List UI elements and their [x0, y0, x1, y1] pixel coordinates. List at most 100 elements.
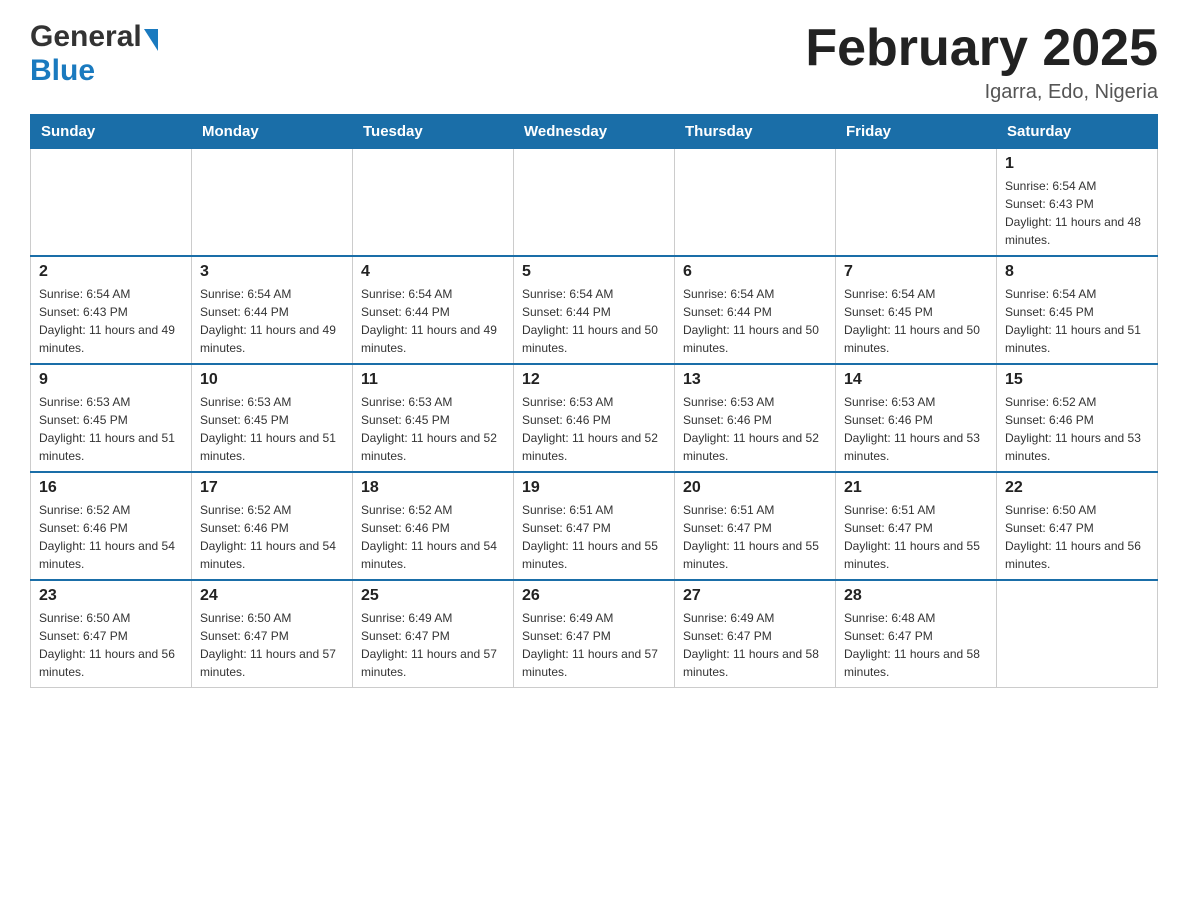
day-info: Sunrise: 6:53 AMSunset: 6:46 PMDaylight:…: [522, 393, 666, 465]
calendar-day-cell: [675, 149, 836, 257]
day-number: 27: [683, 587, 827, 605]
day-info: Sunrise: 6:51 AMSunset: 6:47 PMDaylight:…: [844, 501, 988, 573]
calendar-day-cell: 27 Sunrise: 6:49 AMSunset: 6:47 PMDayligh…: [675, 580, 836, 688]
logo: General Blue: [30, 20, 158, 88]
day-number: 18: [361, 479, 505, 497]
calendar-header-row: Sunday Monday Tuesday Wednesday Thursday…: [31, 115, 1158, 149]
calendar-day-cell: 6Sunrise: 6:54 AMSunset: 6:44 PMDaylight…: [675, 256, 836, 364]
calendar-day-cell: 7Sunrise: 6:54 AMSunset: 6:45 PMDaylight…: [836, 256, 997, 364]
day-number: 2: [39, 263, 183, 281]
day-info: Sunrise: 6:53 AMSunset: 6:45 PMDaylight:…: [39, 393, 183, 465]
day-info: Sunrise: 6:52 AMSunset: 6:46 PMDaylight:…: [39, 501, 183, 573]
calendar-day-cell: 21 Sunrise: 6:51 AMSunset: 6:47 PMDayligh…: [836, 472, 997, 580]
calendar-week-row: 9 Sunrise: 6:53 AMSunset: 6:45 PMDaylight…: [31, 364, 1158, 472]
day-number: 25: [361, 587, 505, 605]
day-info: Sunrise: 6:54 AMSunset: 6:44 PMDaylight:…: [361, 285, 505, 357]
day-number: 20: [683, 479, 827, 497]
day-number: 4: [361, 263, 505, 281]
day-info: Sunrise: 6:53 AMSunset: 6:45 PMDaylight:…: [361, 393, 505, 465]
day-number: 22: [1005, 479, 1149, 497]
calendar-day-cell: 15 Sunrise: 6:52 AMSunset: 6:46 PMDayligh…: [997, 364, 1158, 472]
day-info: Sunrise: 6:52 AMSunset: 6:46 PMDaylight:…: [361, 501, 505, 573]
day-info: Sunrise: 6:54 AMSunset: 6:45 PMDaylight:…: [1005, 285, 1149, 357]
day-info: Sunrise: 6:54 AMSunset: 6:45 PMDaylight:…: [844, 285, 988, 357]
logo-general-text: General: [30, 20, 142, 54]
day-number: 1: [1005, 155, 1149, 173]
day-info: Sunrise: 6:53 AMSunset: 6:46 PMDaylight:…: [844, 393, 988, 465]
calendar-day-cell: 25 Sunrise: 6:49 AMSunset: 6:47 PMDayligh…: [353, 580, 514, 688]
col-saturday: Saturday: [997, 115, 1158, 149]
calendar-day-cell: 12 Sunrise: 6:53 AMSunset: 6:46 PMDayligh…: [514, 364, 675, 472]
calendar-day-cell: 17 Sunrise: 6:52 AMSunset: 6:46 PMDayligh…: [192, 472, 353, 580]
day-info: Sunrise: 6:50 AMSunset: 6:47 PMDaylight:…: [200, 609, 344, 681]
day-number: 17: [200, 479, 344, 497]
day-number: 11: [361, 371, 505, 389]
calendar-week-row: 16 Sunrise: 6:52 AMSunset: 6:46 PMDayligh…: [31, 472, 1158, 580]
calendar-day-cell: 2 Sunrise: 6:54 AMSunset: 6:43 PMDaylight…: [31, 256, 192, 364]
day-number: 19: [522, 479, 666, 497]
day-number: 10: [200, 371, 344, 389]
calendar-day-cell: [514, 149, 675, 257]
day-info: Sunrise: 6:54 AMSunset: 6:43 PMDaylight:…: [1005, 177, 1149, 249]
calendar-day-cell: [353, 149, 514, 257]
calendar-day-cell: [192, 149, 353, 257]
calendar-day-cell: 23 Sunrise: 6:50 AMSunset: 6:47 PMDayligh…: [31, 580, 192, 688]
day-number: 24: [200, 587, 344, 605]
calendar-day-cell: [997, 580, 1158, 688]
day-number: 21: [844, 479, 988, 497]
calendar-day-cell: 26Sunrise: 6:49 AMSunset: 6:47 PMDayligh…: [514, 580, 675, 688]
calendar-day-cell: 10 Sunrise: 6:53 AMSunset: 6:45 PMDayligh…: [192, 364, 353, 472]
day-number: 9: [39, 371, 183, 389]
day-info: Sunrise: 6:53 AMSunset: 6:45 PMDaylight:…: [200, 393, 344, 465]
day-number: 28: [844, 587, 988, 605]
calendar-day-cell: 18 Sunrise: 6:52 AMSunset: 6:46 PMDayligh…: [353, 472, 514, 580]
day-number: 8: [1005, 263, 1149, 281]
calendar-day-cell: [836, 149, 997, 257]
logo-blue-text: Blue: [30, 54, 95, 88]
calendar-day-cell: 5Sunrise: 6:54 AMSunset: 6:44 PMDaylight…: [514, 256, 675, 364]
calendar-day-cell: 16 Sunrise: 6:52 AMSunset: 6:46 PMDayligh…: [31, 472, 192, 580]
calendar-day-cell: 19 Sunrise: 6:51 AMSunset: 6:47 PMDayligh…: [514, 472, 675, 580]
logo-arrow-icon: [144, 29, 158, 51]
day-info: Sunrise: 6:54 AMSunset: 6:44 PMDaylight:…: [200, 285, 344, 357]
calendar-day-cell: 3Sunrise: 6:54 AMSunset: 6:44 PMDaylight…: [192, 256, 353, 364]
location-label: Igarra, Edo, Nigeria: [805, 81, 1158, 104]
calendar-week-row: 1 Sunrise: 6:54 AMSunset: 6:43 PMDaylight…: [31, 149, 1158, 257]
calendar-day-cell: 1 Sunrise: 6:54 AMSunset: 6:43 PMDaylight…: [997, 149, 1158, 257]
calendar-week-row: 23 Sunrise: 6:50 AMSunset: 6:47 PMDayligh…: [31, 580, 1158, 688]
day-number: 12: [522, 371, 666, 389]
col-wednesday: Wednesday: [514, 115, 675, 149]
day-number: 13: [683, 371, 827, 389]
day-info: Sunrise: 6:50 AMSunset: 6:47 PMDaylight:…: [1005, 501, 1149, 573]
day-info: Sunrise: 6:52 AMSunset: 6:46 PMDaylight:…: [1005, 393, 1149, 465]
day-info: Sunrise: 6:49 AMSunset: 6:47 PMDaylight:…: [361, 609, 505, 681]
day-info: Sunrise: 6:54 AMSunset: 6:43 PMDaylight:…: [39, 285, 183, 357]
col-friday: Friday: [836, 115, 997, 149]
day-info: Sunrise: 6:49 AMSunset: 6:47 PMDaylight:…: [683, 609, 827, 681]
day-info: Sunrise: 6:54 AMSunset: 6:44 PMDaylight:…: [522, 285, 666, 357]
calendar-day-cell: 9 Sunrise: 6:53 AMSunset: 6:45 PMDaylight…: [31, 364, 192, 472]
calendar-day-cell: [31, 149, 192, 257]
col-tuesday: Tuesday: [353, 115, 514, 149]
day-info: Sunrise: 6:50 AMSunset: 6:47 PMDaylight:…: [39, 609, 183, 681]
day-info: Sunrise: 6:51 AMSunset: 6:47 PMDaylight:…: [522, 501, 666, 573]
day-number: 15: [1005, 371, 1149, 389]
day-info: Sunrise: 6:53 AMSunset: 6:46 PMDaylight:…: [683, 393, 827, 465]
month-title: February 2025: [805, 20, 1158, 77]
col-sunday: Sunday: [31, 115, 192, 149]
calendar-day-cell: 28Sunrise: 6:48 AMSunset: 6:47 PMDayligh…: [836, 580, 997, 688]
col-monday: Monday: [192, 115, 353, 149]
day-number: 16: [39, 479, 183, 497]
day-number: 23: [39, 587, 183, 605]
calendar-week-row: 2 Sunrise: 6:54 AMSunset: 6:43 PMDaylight…: [31, 256, 1158, 364]
calendar-table: Sunday Monday Tuesday Wednesday Thursday…: [30, 114, 1158, 688]
day-info: Sunrise: 6:51 AMSunset: 6:47 PMDaylight:…: [683, 501, 827, 573]
calendar-day-cell: 22 Sunrise: 6:50 AMSunset: 6:47 PMDayligh…: [997, 472, 1158, 580]
calendar-day-cell: 13 Sunrise: 6:53 AMSunset: 6:46 PMDayligh…: [675, 364, 836, 472]
day-number: 14: [844, 371, 988, 389]
calendar-day-cell: 8 Sunrise: 6:54 AMSunset: 6:45 PMDaylight…: [997, 256, 1158, 364]
day-info: Sunrise: 6:52 AMSunset: 6:46 PMDaylight:…: [200, 501, 344, 573]
calendar-day-cell: 4 Sunrise: 6:54 AMSunset: 6:44 PMDaylight…: [353, 256, 514, 364]
calendar-day-cell: 20 Sunrise: 6:51 AMSunset: 6:47 PMDayligh…: [675, 472, 836, 580]
day-info: Sunrise: 6:54 AMSunset: 6:44 PMDaylight:…: [683, 285, 827, 357]
